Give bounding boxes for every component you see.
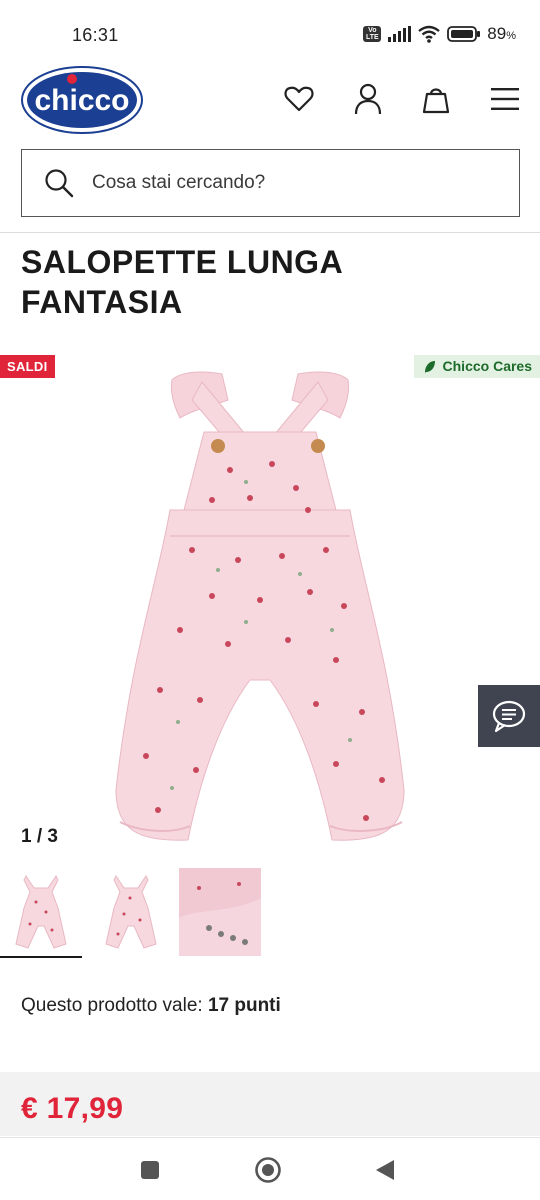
signal-icon (388, 26, 412, 42)
volte-icon: Vo LTE (363, 26, 382, 42)
square-icon (141, 1161, 159, 1179)
loyalty-points: Questo prodotto vale: 17 punti (21, 995, 281, 1017)
menu-icon (491, 88, 519, 110)
status-bar: 16:31 Vo LTE 89% (0, 0, 540, 70)
heart-icon (284, 86, 314, 112)
back-button[interactable] (370, 1155, 400, 1185)
chat-button[interactable] (478, 685, 540, 747)
chicco-cares-badge: Chicco Cares (413, 355, 540, 378)
bag-icon (422, 88, 450, 114)
sale-badge: SALDI (0, 355, 55, 378)
thumbnail-2[interactable] (90, 868, 172, 958)
product-title: SALOPETTE LUNGA FANTASIA (21, 244, 342, 320)
thumbnail-back-image (90, 868, 172, 956)
status-icons: Vo LTE 89% (363, 24, 516, 44)
battery-percent: 89% (487, 24, 516, 43)
account-button[interactable] (351, 82, 385, 116)
points-value: 17 punti (207, 995, 281, 1016)
thumbnail-detail-image (179, 868, 261, 956)
logo-text: chicco (34, 84, 129, 117)
battery-icon (447, 26, 481, 42)
thumbnail-3[interactable] (179, 868, 261, 958)
chat-icon (492, 700, 526, 733)
thumbnail-front-image (0, 868, 82, 956)
points-prefix: Questo prodotto vale: (21, 995, 203, 1016)
status-time: 16:31 (72, 25, 119, 45)
price-section: € 17,99 (0, 1072, 540, 1136)
thumbnail-strip (0, 868, 540, 960)
menu-button[interactable] (488, 82, 522, 116)
chicco-cares-label: Chicco Cares (442, 358, 532, 374)
product-price: € 17,99 (21, 1092, 124, 1125)
wishlist-button[interactable] (282, 82, 316, 116)
chicco-logo[interactable]: chicco (21, 66, 143, 134)
search-icon (45, 169, 74, 198)
leaf-icon (424, 360, 435, 373)
search-input[interactable] (92, 172, 472, 194)
system-nav-bar (0, 1137, 540, 1200)
recents-button[interactable] (135, 1155, 165, 1185)
back-triangle-icon (376, 1160, 394, 1180)
user-icon (354, 83, 382, 115)
wifi-icon (418, 25, 441, 43)
home-button[interactable] (253, 1155, 283, 1185)
cart-button[interactable] (419, 82, 453, 116)
circle-icon (255, 1157, 281, 1183)
site-header: chicco (0, 64, 540, 136)
thumbnail-1[interactable] (0, 868, 82, 958)
search-box[interactable] (21, 149, 520, 217)
header-divider (0, 232, 540, 233)
image-pager: 1 / 3 (21, 826, 58, 847)
product-image[interactable] (100, 360, 420, 850)
